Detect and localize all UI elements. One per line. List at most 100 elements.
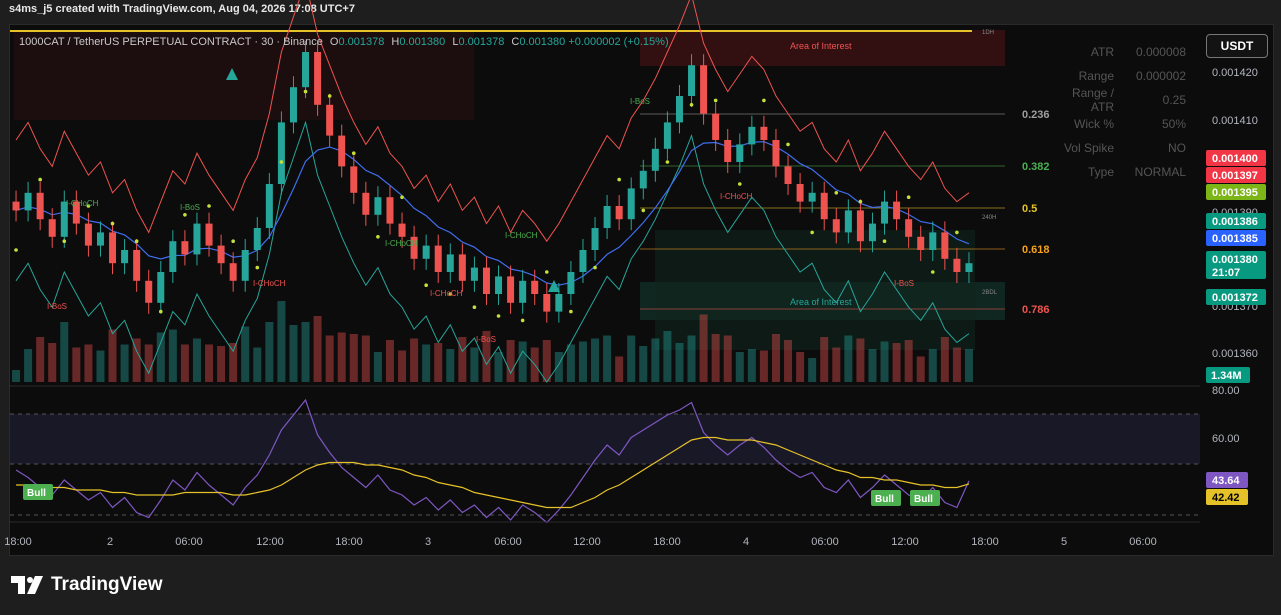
structure-label: I-CHoCH: [430, 289, 463, 298]
bull-divergence-text: Bull: [27, 488, 46, 499]
volume-bar: [48, 343, 57, 382]
volume-bar: [784, 340, 793, 382]
stats-row: Range / ATR 0.25: [1050, 86, 1186, 114]
candle-body: [965, 263, 973, 272]
volume-bar: [289, 325, 298, 382]
candle-body: [12, 201, 20, 211]
rsi-axis-tick: 80.00: [1212, 385, 1240, 397]
candle-body: [374, 197, 382, 215]
close-value: 0.001380: [519, 36, 566, 48]
candle-body: [688, 65, 696, 96]
volume-bar: [940, 337, 949, 382]
zone-label-demand: Area of Interest: [790, 297, 852, 307]
time-axis-tick: 06:00: [494, 536, 522, 548]
level-tag: 1DH: [982, 30, 994, 36]
volume-bar: [639, 346, 648, 382]
volume-bar: [832, 347, 841, 382]
volume-bar: [265, 322, 274, 382]
candle-body: [941, 232, 949, 259]
psar-dot: [882, 239, 887, 243]
price-tag-text: 0.001380: [1212, 254, 1258, 266]
candle-body: [663, 122, 671, 149]
stats-key: Range: [1078, 69, 1114, 83]
volume-bar: [458, 337, 467, 382]
psar-dot: [303, 89, 308, 94]
volume-bar: [96, 350, 105, 382]
volume-bar: [651, 338, 660, 382]
psar-dot: [472, 305, 477, 310]
candle-body: [603, 206, 611, 228]
candle-body: [712, 113, 720, 140]
psar-dot: [231, 239, 235, 243]
candle-body: [700, 65, 708, 114]
stats-row: Range 0.000002: [1050, 64, 1186, 88]
volume-bar: [916, 356, 925, 382]
volume-bar: [856, 338, 865, 382]
candle-body: [760, 126, 768, 140]
volume-bar: [578, 341, 587, 382]
price-tag-text: 0.001400: [1212, 153, 1258, 165]
candle-body: [314, 52, 322, 105]
candle-body: [519, 280, 527, 303]
candle-body: [181, 241, 189, 255]
psar-dot: [14, 248, 18, 252]
candle-body: [229, 263, 237, 281]
candle-body: [48, 219, 56, 237]
psar-dot: [62, 239, 67, 243]
price-tag-countdown: 21:07: [1212, 267, 1240, 279]
volume-bar: [24, 349, 33, 382]
volume-bar: [675, 343, 684, 382]
psar-dot: [110, 221, 115, 226]
candle-body: [651, 148, 659, 171]
psar-dot: [207, 204, 211, 208]
candle-body: [748, 126, 756, 145]
volume-bar: [820, 337, 829, 382]
time-axis-tick: 4: [743, 536, 749, 548]
candle-body: [350, 166, 358, 193]
structure-label: I-BoS: [894, 279, 914, 288]
candle-body: [531, 280, 539, 294]
price-tag-text: 0.001385: [1212, 233, 1258, 245]
volume-bar: [361, 335, 370, 382]
volume-bar: [325, 335, 334, 382]
tradingview-brand[interactable]: TradingView: [11, 574, 163, 596]
stats-value: 0.25: [1162, 93, 1186, 107]
fib-label: 0.382: [1022, 161, 1050, 173]
volume-bar: [253, 347, 262, 382]
candle-body: [145, 280, 153, 303]
volume-bar: [518, 341, 527, 382]
candle-body: [434, 245, 442, 272]
level-tag: 240H: [982, 215, 996, 221]
volume-bar: [313, 316, 322, 382]
volume-bar: [904, 340, 913, 382]
candle-body: [543, 294, 551, 312]
volume-bar: [892, 343, 901, 382]
volume-bar: [759, 350, 768, 382]
price-axis-tick: 0.001410: [1212, 115, 1258, 127]
stats-row: Wick % 50%: [1050, 112, 1186, 136]
volume-bar: [506, 340, 515, 382]
psar-dot: [351, 151, 356, 155]
volume-bar: [301, 322, 310, 382]
volume-bar: [566, 344, 575, 382]
candle-body: [639, 170, 647, 189]
currency-button[interactable]: USDT: [1206, 34, 1268, 58]
brand-name: TradingView: [51, 574, 163, 595]
volume-bar: [542, 340, 551, 382]
structure-label: I-BoS: [47, 302, 67, 311]
psar-dot: [183, 213, 187, 217]
stats-value: NORMAL: [1134, 165, 1186, 179]
volume-bar: [422, 344, 431, 382]
volume-bar: [880, 341, 889, 382]
psar-dot: [400, 195, 404, 199]
candle-body: [193, 223, 201, 255]
volume-bar: [72, 347, 81, 382]
candle-body: [302, 52, 310, 88]
candle-body: [446, 254, 454, 272]
candle-body: [24, 192, 32, 211]
stats-row: Vol Spike NO: [1050, 136, 1186, 160]
candle-body: [398, 223, 406, 237]
volume-bar: [349, 334, 358, 382]
candle-body: [362, 192, 370, 215]
candle-body: [338, 135, 346, 167]
